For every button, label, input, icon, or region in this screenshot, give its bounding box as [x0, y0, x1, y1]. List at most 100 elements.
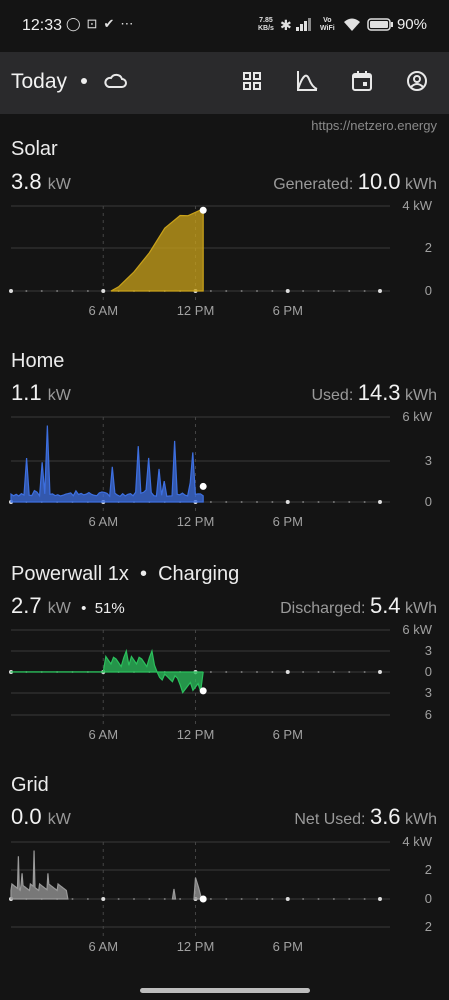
zero-dot: [86, 898, 89, 900]
zero-dot: [285, 289, 290, 293]
grid-view-icon[interactable]: [238, 67, 266, 95]
y-tick-label: 2: [425, 862, 432, 877]
svg-text:✱: ✱: [280, 17, 292, 33]
home-power: 1.1 kW: [11, 380, 71, 405]
zero-dot: [225, 671, 228, 673]
zero-dot: [317, 671, 320, 673]
solar-power: 3.8 kW: [11, 169, 71, 194]
zero-dot: [133, 898, 135, 900]
zero-dot: [240, 898, 243, 900]
zero-dot: [378, 500, 382, 504]
account-icon[interactable]: [403, 67, 431, 95]
x-tick-label: 12 PM: [177, 303, 215, 318]
zero-dot: [71, 898, 74, 900]
zero-dot: [378, 670, 382, 674]
zero-dot: [25, 290, 28, 292]
x-tick-label: 6 PM: [273, 939, 303, 954]
zero-dot: [285, 500, 290, 504]
x-tick-label: 6 PM: [273, 727, 303, 742]
network-speed: 7.85 KB/s: [258, 17, 274, 32]
zero-dot: [285, 897, 290, 901]
zero-dot: [86, 290, 89, 292]
home-used: Used: 14.3 kWh: [311, 380, 437, 405]
y-tick-label: 4 kW: [402, 198, 432, 213]
powerwall-chart: 6 kW 3 0 3 6 6 AM 12 PM 6 PM: [9, 622, 433, 742]
battery-percent: 90%: [396, 16, 427, 33]
y-tick-label: 6 kW: [402, 622, 432, 637]
cloud-icon[interactable]: [101, 67, 129, 95]
zero-dot: [271, 671, 274, 673]
zero-dot: [209, 898, 212, 900]
calendar-icon[interactable]: [348, 67, 376, 95]
x-tick-label: 12 PM: [177, 514, 215, 529]
zero-dot: [209, 501, 212, 503]
zero-dot: [225, 898, 228, 900]
x-tick-label: 6 AM: [88, 303, 118, 318]
zero-dot: [179, 898, 182, 900]
x-tick-label: 12 PM: [177, 939, 215, 954]
solar-area: [110, 207, 204, 292]
zero-dot: [363, 501, 366, 503]
grid-title: Grid: [11, 774, 49, 796]
grid-area-spike: [171, 888, 177, 900]
status-bar: 12:33 ◯⊡✔⋯ 7.85 KB/s Vo WiFi ✱ 90%: [0, 0, 449, 52]
zero-dot: [148, 898, 151, 900]
zero-dot: [348, 501, 351, 503]
zero-dot: [56, 290, 59, 292]
y-tick-label: 2: [425, 240, 432, 255]
y-tick-label: 0: [425, 891, 432, 906]
zero-dot: [302, 290, 305, 292]
y-tick-label: 2: [425, 919, 432, 934]
powerwall-title: Powerwall 1x • Charging: [11, 563, 240, 585]
solar-title: Solar: [11, 138, 58, 160]
zero-dot: [285, 670, 290, 674]
period-title[interactable]: Today: [11, 70, 67, 94]
zero-dot: [363, 898, 366, 900]
y-tick-label: 6 kW: [402, 409, 432, 424]
zero-dot: [271, 290, 274, 292]
home-chart: 6 kW 3 0 6 AM 12 PM 6 PM: [9, 409, 433, 529]
grid-current-dot: [199, 895, 207, 903]
gesture-bar[interactable]: [140, 988, 310, 993]
clock: 12:33: [22, 17, 63, 34]
x-tick-label: 6 PM: [273, 303, 303, 318]
zero-dot: [302, 501, 305, 503]
signal-icon: ✱: [280, 17, 311, 33]
y-tick-label: 0: [425, 283, 432, 298]
grid-area-morning: [10, 850, 69, 900]
zero-dot: [271, 898, 274, 900]
zero-dot: [240, 671, 243, 673]
zero-dot: [256, 290, 258, 292]
vowifi-icon: Vo WiFi: [320, 17, 335, 32]
zero-dot: [240, 290, 243, 292]
home-title: Home: [11, 350, 65, 372]
grid-net-used: Net Used: 3.6 kWh: [294, 804, 437, 829]
zero-dot: [317, 898, 320, 900]
zero-dot: [348, 290, 351, 292]
battery-icon: [367, 18, 393, 31]
separator-dot: [81, 78, 87, 84]
wifi-icon: [344, 18, 360, 31]
zero-dot: [332, 290, 335, 292]
powerwall-current-dot: [199, 687, 207, 695]
zero-dot: [317, 290, 320, 292]
home-area: [10, 425, 204, 503]
zero-dot: [40, 290, 43, 292]
powerwall-power: 2.7 kW • 51%: [11, 593, 125, 618]
zero-dot: [117, 898, 120, 900]
chart-icon[interactable]: [293, 67, 321, 95]
y-tick-label: 3: [425, 453, 432, 468]
y-tick-label: 0: [425, 494, 432, 509]
app-bar: Today: [0, 52, 449, 114]
zero-dot: [378, 289, 382, 293]
powerwall-area: [10, 648, 204, 694]
zero-dot: [209, 290, 212, 292]
x-tick-label: 6 AM: [88, 939, 118, 954]
zero-dot: [256, 671, 258, 673]
zero-dot: [271, 501, 274, 503]
zero-dot: [163, 898, 166, 900]
powerwall-discharged: Discharged: 5.4 kWh: [280, 593, 437, 618]
x-tick-label: 6 AM: [88, 514, 118, 529]
y-tick-label: 3: [425, 685, 432, 700]
source-url[interactable]: https://netzero.energy: [311, 118, 437, 133]
